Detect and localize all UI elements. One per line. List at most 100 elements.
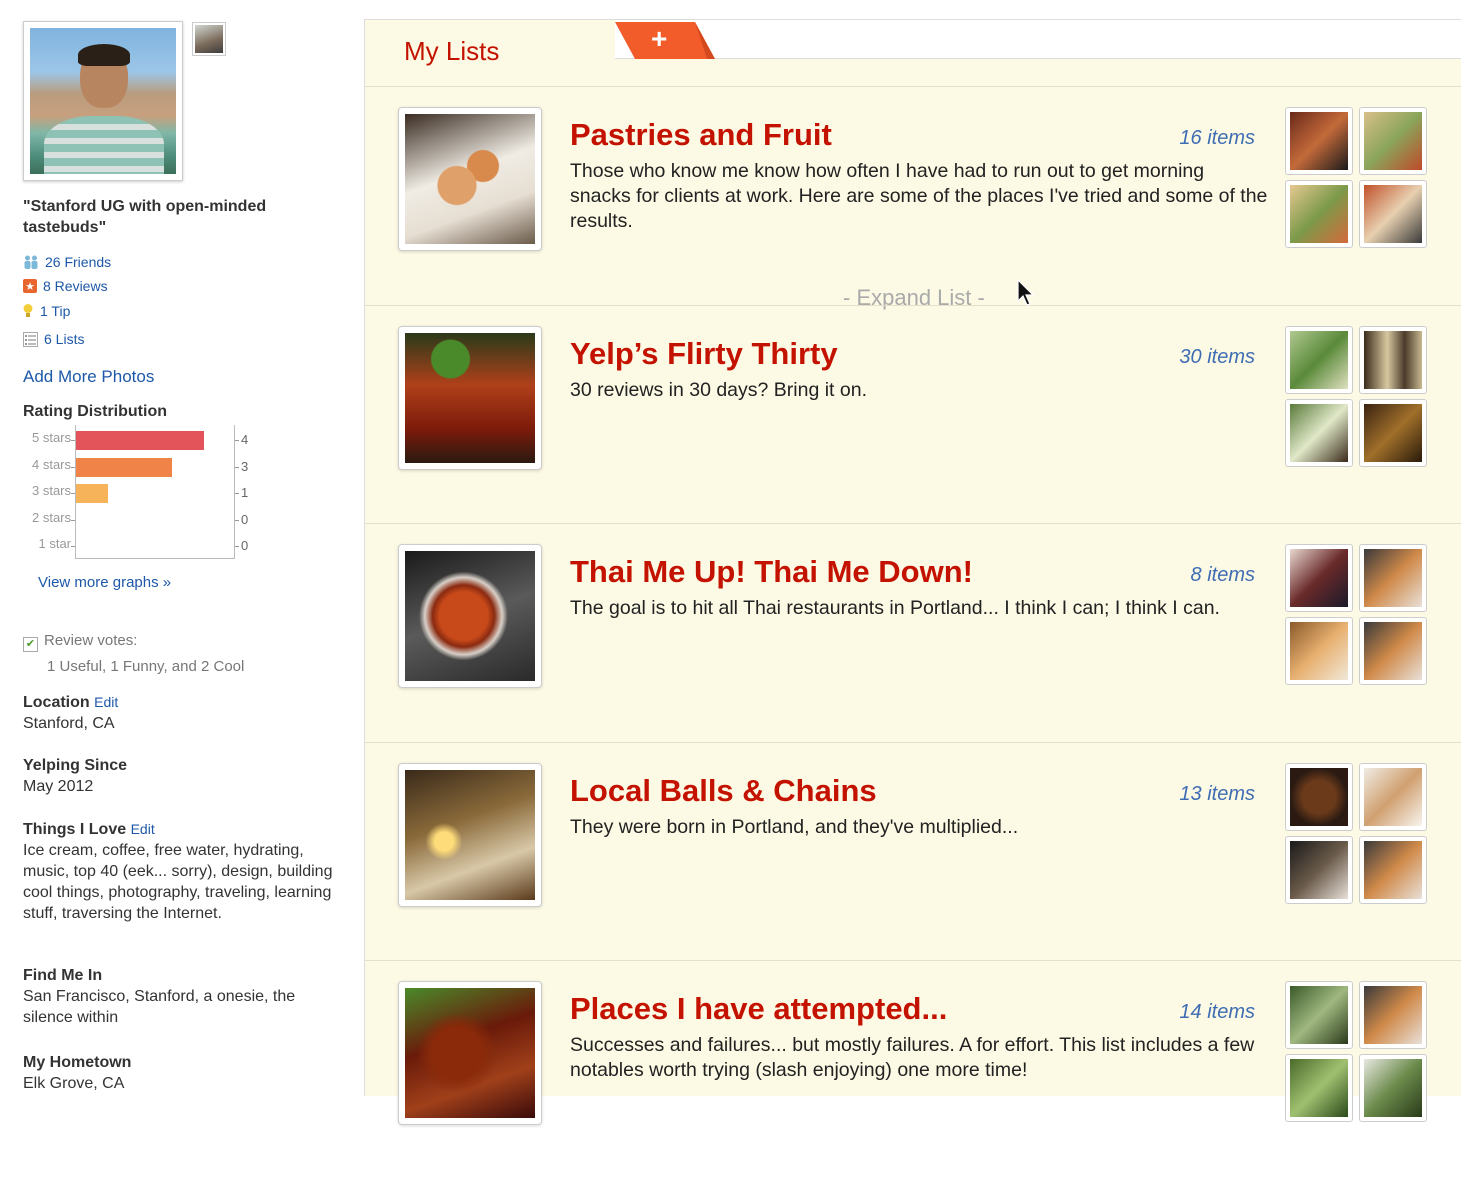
list-thumbnail[interactable] xyxy=(1285,617,1353,685)
list-thumbnail[interactable] xyxy=(1359,326,1427,394)
list-cover-photo[interactable] xyxy=(398,763,542,907)
chart-tick xyxy=(235,440,239,441)
list-thumbnail[interactable] xyxy=(1285,836,1353,904)
list-thumbnail[interactable] xyxy=(1285,544,1353,612)
list-cover-photo[interactable] xyxy=(398,981,542,1125)
review-votes: ✔ Review votes: 1 Useful, 1 Funny, and 2 … xyxy=(23,632,244,675)
tips-count[interactable]: 1 Tip xyxy=(40,303,70,319)
chart-value-label: 0 xyxy=(241,511,249,527)
friends-icon xyxy=(23,254,39,270)
list-thumbnail[interactable] xyxy=(1285,1054,1353,1122)
chart-category-label: 1 star xyxy=(38,536,71,551)
list-thumbnails xyxy=(1285,763,1429,907)
profile-photo[interactable] xyxy=(23,21,183,181)
things-i-love-value: Ice cream, coffee, free water, hydrating… xyxy=(23,842,333,922)
list-title[interactable]: Places I have attempted... xyxy=(570,991,947,1027)
list-thumbnail[interactable] xyxy=(1359,981,1427,1049)
list-item-count[interactable]: 14 items xyxy=(1155,1001,1255,1024)
chart-value-label: 0 xyxy=(241,538,249,553)
find-me-in-label: Find Me In xyxy=(23,967,103,984)
list-thumbnail[interactable] xyxy=(1359,1054,1427,1122)
hometown-value: Elk Grove, CA xyxy=(23,1075,125,1092)
list-thumbnail[interactable] xyxy=(1285,763,1353,831)
chart-tick xyxy=(235,546,239,547)
chart-value-label: 1 xyxy=(241,485,249,500)
friends-count[interactable]: 26 Friends xyxy=(45,254,111,270)
things-i-love-section: Things I Love Edit Ice cream, coffee, fr… xyxy=(23,819,343,924)
list-item: Places I have attempted... 14 items Succ… xyxy=(365,960,1461,1178)
hometown-section: My Hometown Elk Grove, CA xyxy=(23,1052,343,1094)
list-thumbnail[interactable] xyxy=(1359,836,1427,904)
list-cover-photo[interactable] xyxy=(398,544,542,688)
list-thumbnail[interactable] xyxy=(1285,399,1353,467)
lists-link[interactable]: 6 Lists xyxy=(23,327,111,351)
list-item: Local Balls & Chains 13 items They were … xyxy=(365,742,1461,960)
location-label: Location xyxy=(23,694,90,711)
list-thumbnail[interactable] xyxy=(1285,981,1353,1049)
list-cover-photo[interactable] xyxy=(398,326,542,470)
view-more-graphs-link[interactable]: View more graphs » xyxy=(38,574,171,591)
list-thumbnail[interactable] xyxy=(1359,763,1427,831)
profile-sidebar: "Stanford UG with open-minded tastebuds"… xyxy=(0,0,364,1096)
chart-category-label: 4 stars xyxy=(31,456,71,472)
list-thumbnail[interactable] xyxy=(1285,180,1353,248)
checkbox-icon: ✔ xyxy=(23,637,38,652)
list-thumbnail[interactable] xyxy=(1285,326,1353,394)
list-thumbnail[interactable] xyxy=(1359,544,1427,612)
tip-icon xyxy=(23,303,33,319)
review-votes-label: Review votes: xyxy=(44,632,138,649)
plus-icon: + xyxy=(651,23,668,54)
list-title[interactable]: Thai Me Up! Thai Me Down! xyxy=(570,554,973,590)
rating-distribution-title: Rating Distribution xyxy=(23,403,167,420)
list-title[interactable]: Pastries and Fruit xyxy=(570,117,832,153)
list-title[interactable]: Local Balls & Chains xyxy=(570,773,877,809)
reviews-count[interactable]: 8 Reviews xyxy=(43,278,108,294)
list-item-count[interactable]: 8 items xyxy=(1155,564,1255,587)
list-thumbnail[interactable] xyxy=(1359,399,1427,467)
list-description: 30 reviews in 30 days? Bring it on. xyxy=(570,379,867,401)
chart-category-label: 2 stars xyxy=(31,509,71,525)
chart-bar xyxy=(76,431,204,450)
chart-tick xyxy=(71,519,75,521)
add-list-button[interactable]: + xyxy=(615,22,715,59)
tips-link[interactable]: 1 Tip xyxy=(23,299,111,323)
list-cover-photo[interactable] xyxy=(398,107,542,251)
list-thumbnail[interactable] xyxy=(1359,107,1427,175)
profile-photo-thumbnail[interactable] xyxy=(192,22,226,56)
add-more-photos-link[interactable]: Add More Photos xyxy=(23,367,154,387)
list-thumbnails xyxy=(1285,326,1429,470)
yelping-since-value: May 2012 xyxy=(23,778,94,795)
profile-tagline: "Stanford UG with open-minded tastebuds" xyxy=(23,198,267,236)
hometown-label: My Hometown xyxy=(23,1054,132,1071)
chart-tick xyxy=(71,440,75,441)
list-thumbnail[interactable] xyxy=(1359,180,1427,248)
list-title[interactable]: Yelp’s Flirty Thirty xyxy=(570,336,838,372)
profile-stats: 26 Friends ★ 8 Reviews 1 Tip 6 Lists xyxy=(23,250,111,351)
lists-count[interactable]: 6 Lists xyxy=(44,331,84,347)
chart-value-label: 4 xyxy=(241,432,249,447)
list-thumbnail[interactable] xyxy=(1285,107,1353,175)
list-item-count[interactable]: 16 items xyxy=(1155,127,1255,150)
find-me-in-section: Find Me In San Francisco, Stanford, a on… xyxy=(23,965,343,1028)
list-item-count[interactable]: 13 items xyxy=(1155,783,1255,806)
chart-tick xyxy=(235,466,239,468)
reviews-link[interactable]: ★ 8 Reviews xyxy=(23,274,111,298)
chart-tick xyxy=(71,493,75,494)
list-description: Successes and failures... but mostly fai… xyxy=(570,1034,1255,1081)
list-thumbnail[interactable] xyxy=(1359,617,1427,685)
list-item-count[interactable]: 30 items xyxy=(1155,346,1255,369)
list-item: Thai Me Up! Thai Me Down! 8 items The go… xyxy=(365,523,1461,741)
chart-value-label: 3 xyxy=(241,458,249,474)
list-item: Yelp’s Flirty Thirty 30 items 30 reviews… xyxy=(365,305,1461,523)
list-thumbnails xyxy=(1285,107,1429,251)
friends-link[interactable]: 26 Friends xyxy=(23,250,111,274)
location-edit-link[interactable]: Edit xyxy=(94,694,118,710)
chart-category-label: 5 stars xyxy=(31,430,71,445)
lists-tabbar: My Lists + xyxy=(365,20,1461,66)
chart-tick xyxy=(235,493,239,494)
reviews-icon: ★ xyxy=(23,279,37,293)
review-votes-detail: 1 Useful, 1 Funny, and 2 Cool xyxy=(47,658,245,675)
chart-tick xyxy=(71,466,75,468)
my-lists-title: My Lists xyxy=(404,36,500,66)
things-i-love-edit-link[interactable]: Edit xyxy=(131,821,155,837)
